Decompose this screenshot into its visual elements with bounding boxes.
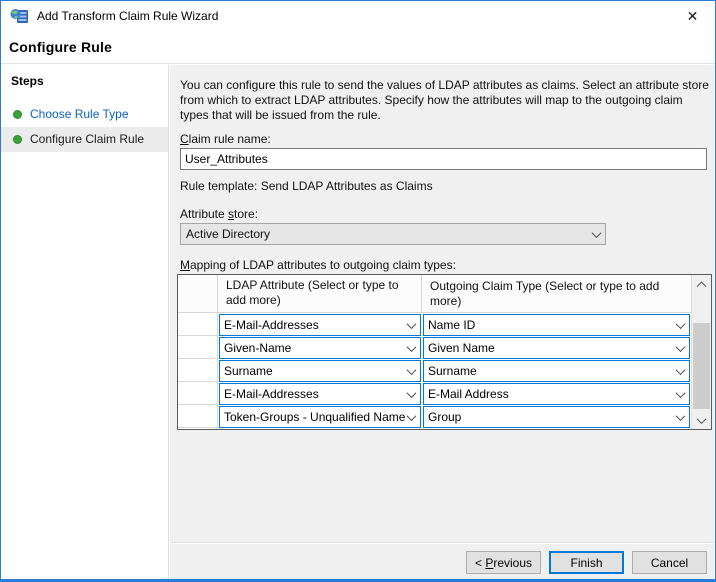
chevron-down-icon — [407, 342, 417, 352]
ldap-attribute-select[interactable]: Token-Groups - Unqualified Names — [219, 406, 421, 428]
outgoing-claim-select[interactable]: Name ID — [423, 314, 690, 336]
previous-button[interactable]: < Previous — [466, 551, 541, 574]
outgoing-claim-select[interactable]: Group — [423, 406, 690, 428]
ldap-attribute-value: Token-Groups - Unqualified Names — [224, 410, 405, 424]
chevron-down-icon — [676, 365, 686, 375]
scrollbar-track[interactable] — [692, 292, 711, 412]
ldap-attribute-select[interactable]: E-Mail-Addresses — [219, 314, 421, 336]
outgoing-claim-select[interactable]: Given Name — [423, 337, 690, 359]
mapping-table-row: E-Mail-Addresses Name ID — [178, 313, 691, 336]
chevron-down-icon — [407, 319, 417, 329]
rule-template-text: Rule template: Send LDAP Attributes as C… — [180, 179, 433, 193]
footer-divider — [170, 542, 714, 544]
chevron-down-icon — [407, 365, 417, 375]
row-selector[interactable] — [178, 405, 218, 428]
page-title: Configure Rule — [1, 31, 715, 55]
step-status-icon — [13, 135, 22, 144]
chevron-down-icon — [407, 388, 417, 398]
ldap-attribute-column-header: LDAP Attribute (Select or type to add mo… — [218, 275, 422, 312]
finish-button[interactable]: Finish — [549, 551, 624, 574]
attribute-store-value: Active Directory — [186, 227, 593, 241]
outgoing-claim-value: Surname — [428, 364, 674, 378]
mapping-table: LDAP Attribute (Select or type to add mo… — [177, 274, 712, 430]
mapping-table-row: Surname Surname — [178, 359, 691, 382]
row-selector[interactable] — [178, 359, 218, 382]
outgoing-claim-value: Name ID — [428, 318, 674, 332]
cancel-button[interactable]: Cancel — [632, 551, 707, 574]
outgoing-claim-value: Group — [428, 410, 674, 424]
mapping-rows: E-Mail-Addresses Name ID Given-Name Give… — [178, 313, 691, 428]
ldap-attribute-value: E-Mail-Addresses — [224, 318, 405, 332]
chevron-down-icon — [407, 411, 417, 421]
wizard-window: Add Transform Claim Rule Wizard ✕ Config… — [0, 0, 716, 582]
chevron-down-icon — [676, 388, 686, 398]
close-button[interactable]: ✕ — [670, 1, 715, 31]
footer-buttons: < Previous Finish Cancel — [466, 551, 707, 574]
chevron-down-icon — [676, 342, 686, 352]
scroll-up-button[interactable] — [692, 275, 711, 292]
row-selector — [178, 428, 218, 429]
outgoing-claim-value: E-Mail Address — [428, 387, 674, 401]
sidebar-step-item[interactable]: Choose Rule Type — [1, 102, 168, 127]
outgoing-claim-select[interactable]: E-Mail Address — [423, 383, 690, 405]
claim-rule-name-label: Claim rule name: — [180, 132, 271, 146]
chevron-down-icon — [676, 319, 686, 329]
row-selector-header — [178, 275, 218, 312]
steps-heading: Steps — [1, 65, 168, 102]
scrollbar-thumb[interactable] — [693, 323, 710, 409]
chevron-up-icon — [697, 281, 707, 291]
scroll-down-button[interactable] — [692, 412, 711, 429]
ldap-attribute-select[interactable]: Given-Name — [219, 337, 421, 359]
mapping-label: Mapping of LDAP attributes to outgoing c… — [180, 258, 456, 272]
mapping-table-header: LDAP Attribute (Select or type to add mo… — [178, 275, 691, 313]
new-row-partial — [178, 428, 691, 429]
mapping-table-row: E-Mail-Addresses E-Mail Address — [178, 382, 691, 405]
attribute-store-label: Attribute store: — [180, 207, 258, 221]
chevron-down-icon — [676, 411, 686, 421]
title-bar: Add Transform Claim Rule Wizard ✕ — [1, 1, 715, 31]
content-panel: You can configure this rule to send the … — [170, 65, 714, 579]
mapping-table-row: Given-Name Given Name — [178, 336, 691, 359]
sidebar-step-item[interactable]: Configure Claim Rule — [1, 127, 168, 152]
claim-rule-name-input[interactable] — [180, 148, 707, 170]
row-selector[interactable] — [178, 336, 218, 359]
ldap-attribute-value: Surname — [224, 364, 405, 378]
claim-rule-wizard-icon — [10, 8, 30, 25]
window-title: Add Transform Claim Rule Wizard — [37, 9, 218, 23]
attribute-store-select[interactable]: Active Directory — [180, 223, 606, 245]
step-label: Choose Rule Type — [30, 107, 129, 121]
ldap-attribute-value: E-Mail-Addresses — [224, 387, 405, 401]
outgoing-claim-value: Given Name — [428, 341, 674, 355]
ldap-attribute-select[interactable]: Surname — [219, 360, 421, 382]
row-selector[interactable] — [178, 313, 218, 336]
mapping-table-body: LDAP Attribute (Select or type to add mo… — [178, 275, 691, 429]
ldap-attribute-value: Given-Name — [224, 341, 405, 355]
step-status-icon — [13, 110, 22, 119]
outgoing-claim-column-header: Outgoing Claim Type (Select or type to a… — [422, 275, 691, 312]
table-scrollbar[interactable] — [691, 275, 711, 429]
ldap-attribute-select[interactable]: E-Mail-Addresses — [219, 383, 421, 405]
step-label: Configure Claim Rule — [30, 132, 144, 146]
row-selector[interactable] — [178, 382, 218, 405]
outgoing-claim-select[interactable]: Surname — [423, 360, 690, 382]
steps-sidebar: Steps Choose Rule Type Configure Claim R… — [1, 65, 169, 579]
page-header: Configure Rule — [1, 31, 715, 64]
chevron-down-icon — [592, 228, 602, 238]
mapping-table-row: Token-Groups - Unqualified Names Group — [178, 405, 691, 428]
steps-list: Choose Rule Type Configure Claim Rule — [1, 102, 168, 152]
rule-description-text: You can configure this rule to send the … — [180, 78, 710, 123]
chevron-down-icon — [697, 414, 707, 424]
